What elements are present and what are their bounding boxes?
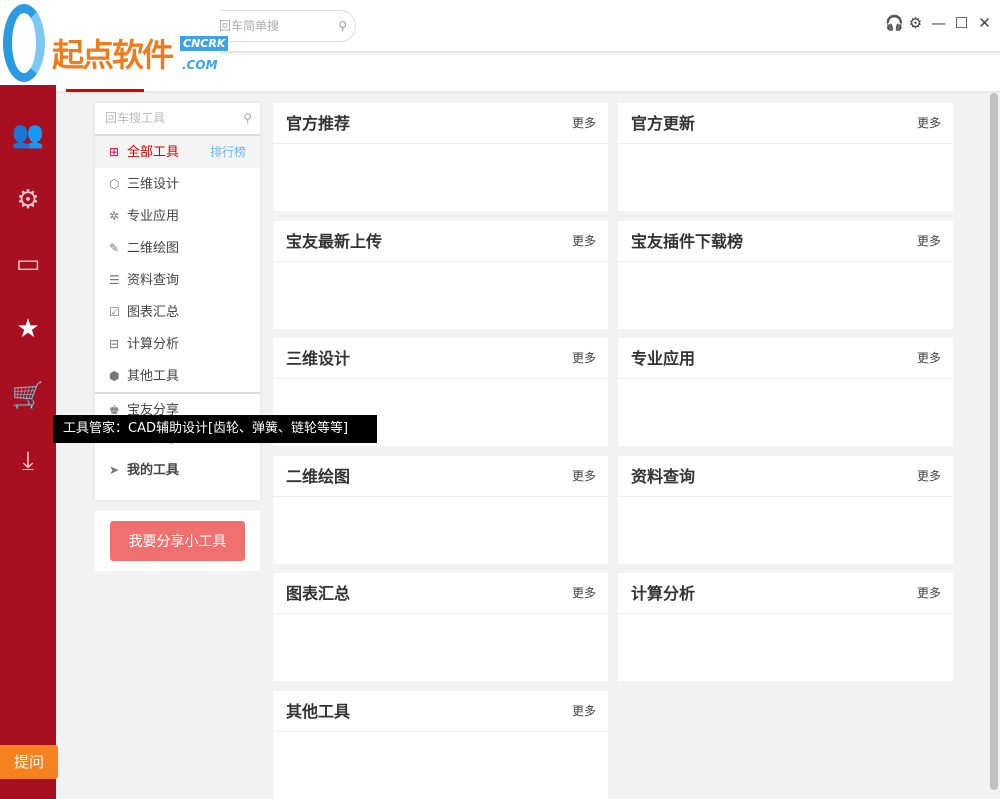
- section-card: 专业应用 更多: [618, 338, 953, 447]
- section-title: 资料查询: [631, 466, 696, 486]
- active-tab-indicator[interactable]: [66, 89, 144, 92]
- section-title: 专业应用: [631, 349, 696, 369]
- my-tools[interactable]: ➤ 我的工具: [95, 454, 260, 486]
- watermark-logo: 起点软件 CNCRK .COM: [0, 0, 229, 85]
- section-title: 三维设计: [286, 349, 351, 369]
- tool-search-placeholder: 回车搜工具: [105, 111, 166, 125]
- more-link[interactable]: 更多: [572, 221, 596, 262]
- section-card: 官方推荐 更多: [273, 103, 608, 211]
- category-label: 其他工具: [127, 369, 180, 384]
- database-icon: ☰: [109, 273, 120, 287]
- category-2d[interactable]: ✎ 二维绘图: [95, 232, 260, 264]
- logo-badge: CNCRK: [180, 36, 229, 51]
- section-card: 宝友最新上传 更多: [273, 220, 608, 329]
- headset-icon[interactable]: 🎧: [885, 14, 904, 32]
- logo-mark: [3, 4, 45, 82]
- section-card: 图表汇总 更多: [273, 573, 608, 682]
- category-label: 全部工具: [127, 145, 180, 160]
- search-icon[interactable]: ⚲: [243, 103, 252, 134]
- section-title: 官方更新: [631, 114, 696, 133]
- category-label: 计算分析: [127, 337, 180, 352]
- item-label: 我的工具: [127, 463, 180, 478]
- users-icon[interactable]: 👥: [10, 117, 46, 153]
- share-panel: 我要分享小工具: [95, 511, 260, 571]
- share-tool-button[interactable]: 我要分享小工具: [110, 521, 245, 561]
- category-data[interactable]: ☰ 资料查询: [95, 264, 260, 296]
- category-pro[interactable]: ✲ 专业应用: [95, 200, 260, 232]
- category-label: 二维绘图: [127, 241, 180, 256]
- category-charts[interactable]: ☑ 图表汇总: [95, 296, 260, 328]
- section-card: 资料查询 更多: [618, 455, 953, 564]
- category-label: 专业应用: [127, 209, 180, 224]
- search-placeholder: 回车简单搜: [219, 19, 280, 33]
- category-label: 资料查询: [127, 273, 180, 288]
- cart-icon[interactable]: 🛒: [10, 378, 46, 414]
- gear-ring-icon[interactable]: ⚙: [10, 182, 46, 218]
- more-link[interactable]: 更多: [917, 338, 941, 379]
- section-title: 二维绘图: [286, 466, 351, 486]
- section-card: 其他工具 更多: [273, 691, 608, 799]
- more-link[interactable]: 更多: [572, 338, 596, 379]
- cube-icon: ⬡: [109, 177, 120, 191]
- category-label: 三维设计: [127, 177, 180, 192]
- minimize-icon[interactable]: —: [931, 14, 946, 32]
- logo-domain: .COM: [182, 58, 218, 72]
- window-controls: 🎧 ⚙ — ☐ ✕: [885, 14, 992, 32]
- send-icon: ➤: [109, 463, 120, 477]
- section-card: 计算分析 更多: [618, 573, 953, 682]
- section-title: 其他工具: [286, 702, 351, 721]
- close-icon[interactable]: ✕: [977, 14, 992, 32]
- category-3d[interactable]: ⬡ 三维设计: [95, 168, 260, 200]
- section-card: 官方更新 更多: [618, 103, 953, 211]
- section-title: 宝友插件下载榜: [631, 231, 744, 251]
- category-other[interactable]: ⬢ 其他工具: [95, 360, 260, 392]
- section-title: 官方推荐: [286, 114, 351, 133]
- maximize-icon[interactable]: ☐: [954, 14, 969, 32]
- more-link[interactable]: 更多: [917, 456, 941, 497]
- more-link[interactable]: 更多: [572, 691, 596, 732]
- more-link[interactable]: 更多: [917, 221, 941, 262]
- more-link[interactable]: 更多: [917, 573, 941, 614]
- category-calc[interactable]: ⊟ 计算分析: [95, 328, 260, 360]
- hexagon-icon: ⬢: [109, 369, 120, 383]
- category-label: 图表汇总: [127, 305, 180, 320]
- section-title: 宝友最新上传: [286, 231, 383, 251]
- more-link[interactable]: 更多: [572, 573, 596, 614]
- more-link[interactable]: 更多: [917, 103, 941, 144]
- scrollbar[interactable]: [990, 93, 998, 790]
- star-icon[interactable]: ★: [10, 311, 46, 347]
- chart-doc-icon: ☑: [109, 305, 120, 319]
- calculator-icon: ⊟: [109, 337, 120, 351]
- logo-text: 起点软件: [52, 36, 174, 74]
- category-all[interactable]: ⊞ 全部工具 排行榜: [95, 136, 260, 168]
- gear-ring-icon: ✲: [109, 209, 120, 223]
- sidebar: 👥 ⚙ ▭ ★ 🛒 ⤓: [0, 0, 56, 799]
- battery-icon[interactable]: ▭: [10, 246, 46, 282]
- pencil-ruler-icon: ✎: [109, 241, 120, 255]
- section-title: 图表汇总: [286, 584, 351, 604]
- search-icon[interactable]: ⚲: [338, 11, 347, 41]
- section-card: 二维绘图 更多: [273, 455, 608, 564]
- tooltip: 工具管家：CAD辅助设计[齿轮、弹簧、链轮等等]: [53, 415, 377, 443]
- ask-button[interactable]: 提问: [0, 745, 58, 779]
- settings-icon[interactable]: ⚙: [908, 14, 923, 32]
- section-card: 宝友插件下载榜 更多: [618, 220, 953, 329]
- download-icon[interactable]: ⤓: [10, 443, 46, 479]
- tool-search-input[interactable]: 回车搜工具 ⚲: [95, 103, 260, 136]
- more-link[interactable]: 更多: [572, 456, 596, 497]
- more-link[interactable]: 更多: [572, 103, 596, 144]
- ranking-link[interactable]: 排行榜: [210, 136, 246, 168]
- grid-icon: ⊞: [109, 145, 120, 159]
- section-title: 计算分析: [631, 584, 696, 604]
